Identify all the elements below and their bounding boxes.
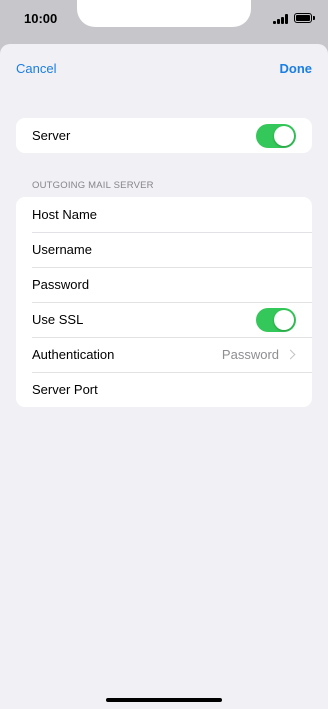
cancel-button[interactable]: Cancel: [16, 61, 56, 76]
authentication-row[interactable]: Authentication Password: [16, 337, 312, 372]
host-name-field[interactable]: Host Name: [16, 197, 312, 232]
password-label: Password: [32, 277, 90, 292]
username-field[interactable]: Username: [16, 232, 312, 267]
host-name-label: Host Name: [32, 207, 98, 222]
status-time: 10:00: [24, 11, 58, 26]
done-button[interactable]: Done: [280, 61, 313, 76]
home-indicator[interactable]: [106, 698, 222, 702]
use-ssl-toggle[interactable]: [256, 307, 296, 332]
settings-sheet: Cancel Done Server OUTGOING MAIL SERVER …: [0, 44, 328, 709]
status-bar: 10:00: [0, 0, 328, 34]
server-toggle[interactable]: [256, 123, 296, 148]
server-group: Server: [16, 118, 312, 153]
toggle-knob: [274, 309, 294, 330]
outgoing-mail-server-group: Host Name Username Password Use SSL Auth…: [16, 197, 312, 407]
server-label: Server: [32, 128, 71, 143]
use-ssl-row: Use SSL: [16, 302, 312, 337]
use-ssl-label: Use SSL: [32, 312, 84, 327]
phone-screen: 10:00 Cancel Done Server OUTGOING MAIL S…: [0, 0, 328, 709]
battery-icon: [294, 13, 315, 23]
outgoing-section-header: OUTGOING MAIL SERVER: [32, 180, 154, 191]
chevron-right-icon: [285, 349, 296, 360]
server-port-field[interactable]: Server Port: [16, 372, 312, 407]
notch: [77, 0, 251, 27]
password-field[interactable]: Password: [16, 267, 312, 302]
toggle-knob: [274, 125, 294, 146]
server-port-label: Server Port: [32, 382, 98, 397]
username-label: Username: [32, 242, 92, 257]
server-row: Server: [16, 118, 312, 153]
cellular-signal-icon: [273, 14, 289, 24]
authentication-value: Password: [221, 347, 279, 362]
authentication-label: Authentication: [32, 347, 115, 362]
